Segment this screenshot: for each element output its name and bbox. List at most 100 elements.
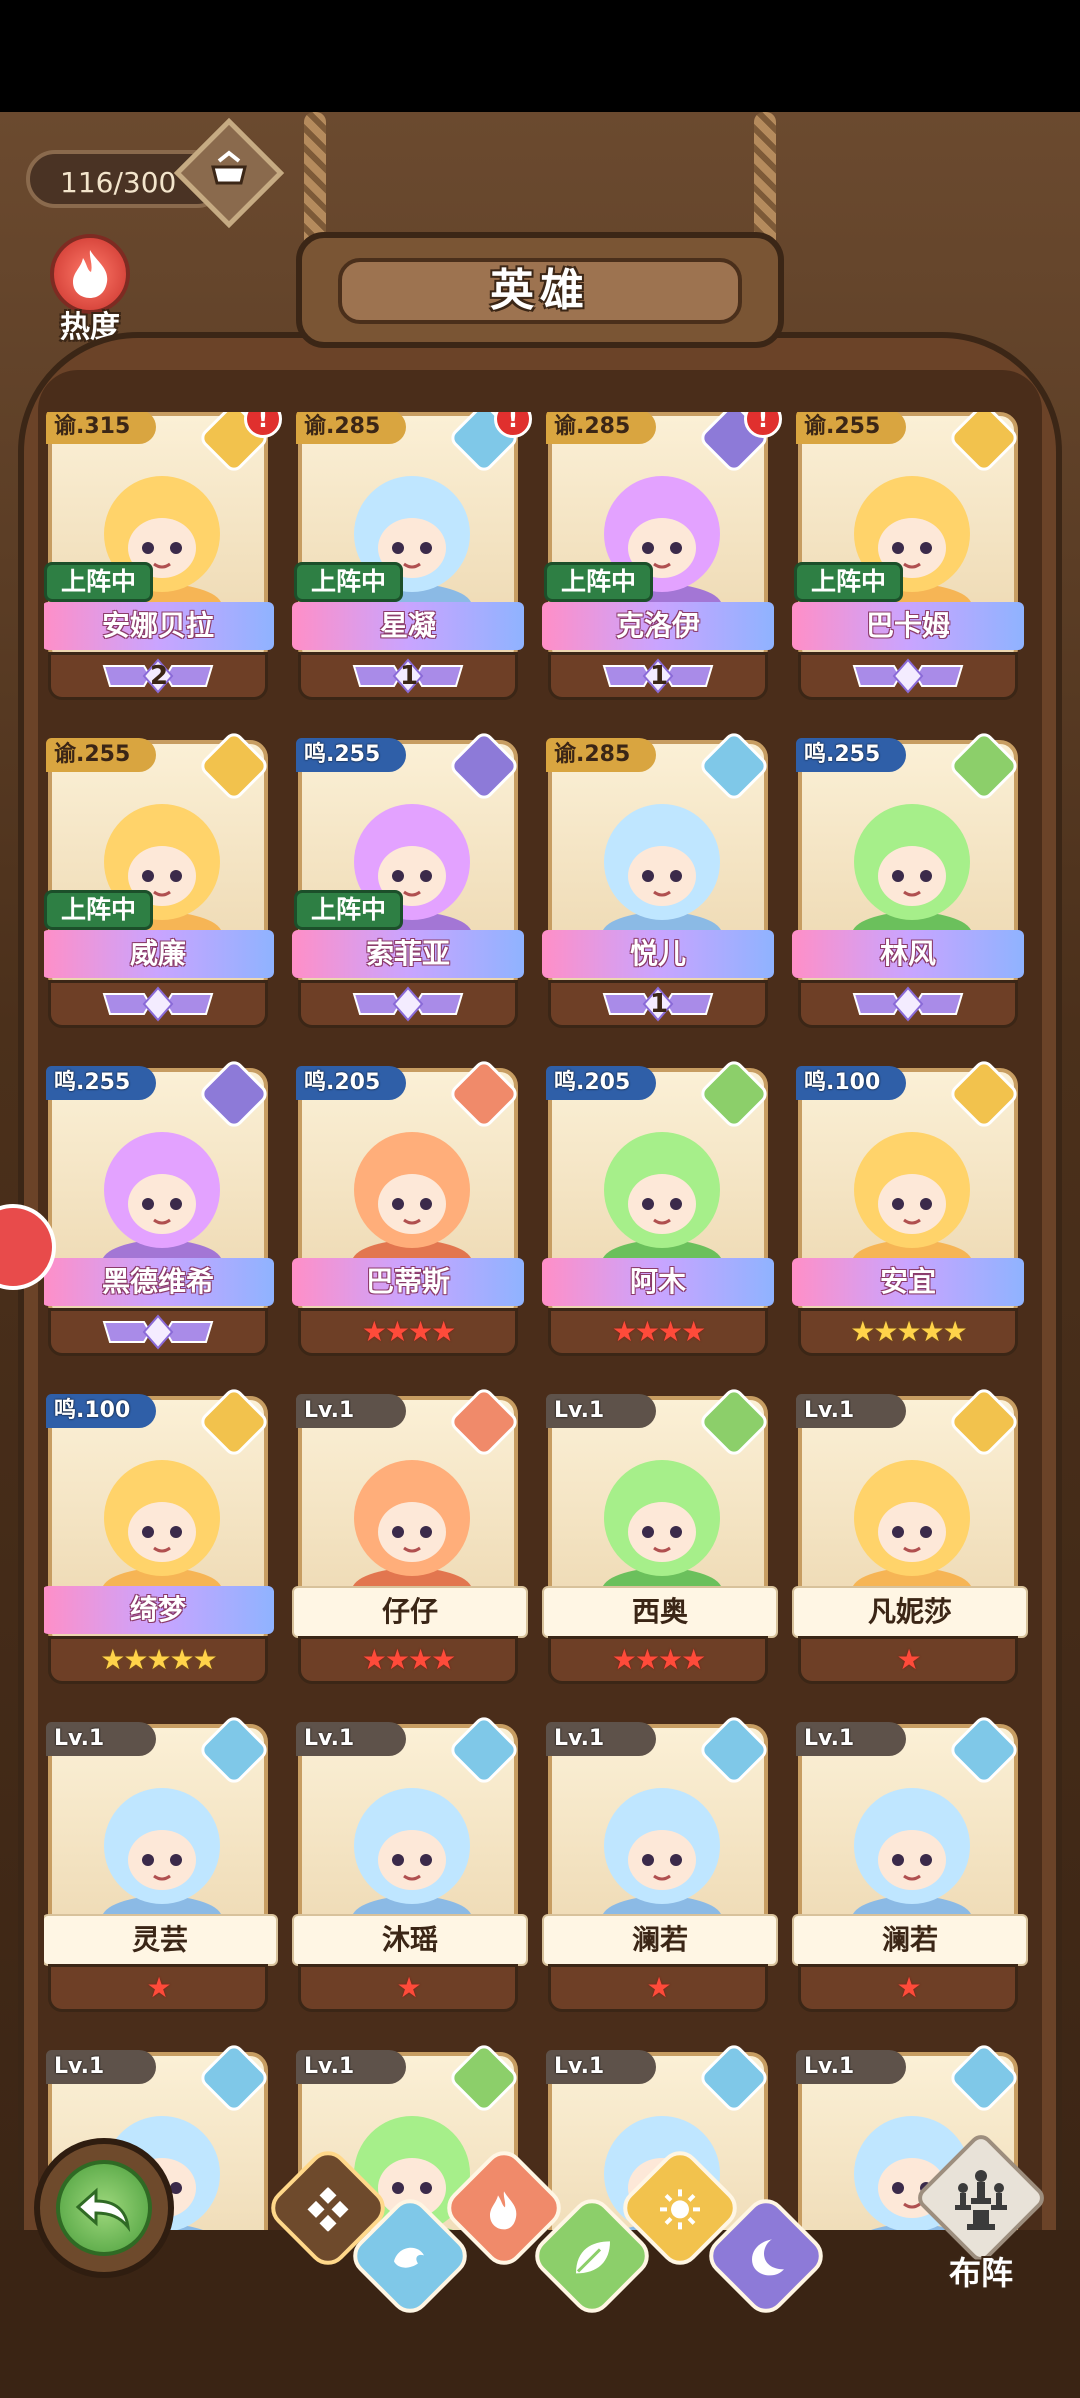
water-icon: [385, 2232, 435, 2282]
heat-button[interactable]: 热度: [40, 234, 140, 345]
star-rating: ★★★★: [361, 1315, 456, 1348]
deployed-badge: 上阵中: [294, 562, 404, 602]
hero-name: 仔仔: [292, 1586, 528, 1638]
hero-card[interactable]: 鸣.255 林风: [792, 729, 1024, 1028]
rank-number: 1: [649, 661, 668, 691]
hero-level: 谕.285: [546, 738, 656, 772]
hero-level: Lv.1: [546, 1394, 656, 1428]
leaf-icon: [567, 2232, 617, 2282]
hero-card[interactable]: Lv.1 沐瑶 ★: [292, 1713, 528, 2012]
hero-name: 凡妮莎: [792, 1586, 1028, 1638]
hero-portrait: [102, 1788, 222, 1938]
hero-name: 西奥: [542, 1586, 778, 1638]
hero-portrait: [852, 1132, 972, 1282]
hero-level: Lv.1: [546, 1722, 656, 1756]
hero-portrait: [852, 804, 972, 954]
hero-level: Lv.1: [546, 2050, 656, 2084]
hero-card[interactable]: Lv.1 凡妮莎 ★: [792, 1385, 1028, 1684]
deployed-badge: 上阵中: [794, 562, 904, 602]
fire-icon: [479, 2184, 529, 2234]
hero-portrait: [352, 1460, 472, 1610]
hero-card[interactable]: Lv.1 灵芸 ★: [44, 1713, 278, 2012]
hero-grid: 谕.315! 上阵中 安娜贝拉 2 谕.285! 上阵中 星凝 1 谕.285! 上阵中 克洛伊 1 谕…: [44, 412, 1034, 2300]
hero-level: Lv.1: [296, 2050, 406, 2084]
star-rating: ★★★★: [611, 1643, 706, 1676]
hero-name: 悦儿: [542, 930, 774, 978]
hero-portrait: [352, 1788, 472, 1938]
hero-card[interactable]: 谕.285! 上阵中 星凝 1: [292, 412, 532, 700]
sun-icon: [655, 2184, 705, 2234]
hero-level: 鸣.205: [546, 1066, 656, 1100]
hero-name: 巴蒂斯: [292, 1258, 524, 1306]
hero-card[interactable]: 谕.285! 上阵中 克洛伊 1: [542, 412, 782, 700]
hero-name: 澜若: [542, 1914, 778, 1966]
hero-name: 巴卡姆: [792, 602, 1024, 650]
rank-wing-badge: [102, 1314, 214, 1350]
hero-card[interactable]: 鸣.255 上阵中 索菲亚: [292, 729, 524, 1028]
rank-number: 1: [399, 661, 418, 691]
hero-card[interactable]: Lv.1 澜若 ★: [792, 1713, 1028, 2012]
rank-wing-badge: [102, 986, 214, 1022]
star-rating: ★★★★: [611, 1315, 706, 1348]
rank-wing-badge: [852, 986, 964, 1022]
hero-card[interactable]: 谕.255 上阵中 巴卡姆: [792, 412, 1024, 700]
hero-level: 鸣.255: [796, 738, 906, 772]
hero-name: 星凝: [292, 602, 524, 650]
hero-card[interactable]: Lv.1 澜若 ★: [542, 1713, 778, 2012]
hero-card[interactable]: 鸣.100 安宜 ★★★★★: [792, 1057, 1024, 1356]
rank-wing-badge: [852, 658, 964, 694]
formation-button[interactable]: 布阵: [913, 2130, 1049, 2292]
star-rating: ★: [146, 1971, 171, 2004]
hero-level: Lv.1: [296, 1394, 406, 1428]
formation-label: 布阵: [948, 2254, 1013, 2292]
hero-card[interactable]: 谕.255 上阵中 威廉: [44, 729, 274, 1028]
hero-card[interactable]: Lv.1 仔仔 ★★★★: [292, 1385, 528, 1684]
hero-portrait: [102, 1460, 222, 1610]
back-arrow-icon: [56, 2160, 152, 2256]
moon-icon: [741, 2232, 791, 2282]
hero-level: 谕.255: [46, 738, 156, 772]
hero-capacity-badge[interactable]: [173, 117, 285, 229]
hero-portrait: [602, 1788, 722, 1938]
deployed-badge: 上阵中: [544, 562, 654, 602]
hero-card[interactable]: 鸣.205 巴蒂斯 ★★★★: [292, 1057, 524, 1356]
hero-card[interactable]: Lv.1 西奥 ★★★★: [542, 1385, 778, 1684]
hero-level: 谕.255: [796, 412, 906, 444]
hero-card[interactable]: 鸣.100 绮梦 ★★★★★: [44, 1385, 274, 1684]
hero-card[interactable]: 谕.315! 上阵中 安娜贝拉 2: [44, 412, 282, 700]
hero-name: 黑德维希: [44, 1258, 274, 1306]
star-rating: ★: [896, 1643, 921, 1676]
hero-level: 鸣.205: [296, 1066, 406, 1100]
hero-card[interactable]: 鸣.205 阿木 ★★★★: [542, 1057, 774, 1356]
all-elements-icon: [303, 2184, 353, 2234]
star-rating: ★★★★★: [850, 1315, 968, 1348]
hero-level: 谕.285: [546, 412, 656, 444]
rank-number: 1: [649, 989, 668, 1019]
hero-card[interactable]: 谕.285 悦儿 1: [542, 729, 774, 1028]
title-board: 英雄: [296, 232, 784, 348]
hero-level: Lv.1: [46, 2050, 156, 2084]
back-button[interactable]: [34, 2138, 174, 2278]
hero-name: 安娜贝拉: [44, 602, 274, 650]
hero-name: 绮梦: [44, 1586, 274, 1634]
deployed-badge: 上阵中: [44, 562, 154, 602]
hero-name: 安宜: [792, 1258, 1024, 1306]
star-rating: ★★★★★: [100, 1643, 218, 1676]
hero-level: 谕.285: [296, 412, 406, 444]
hero-level: 鸣.255: [296, 738, 406, 772]
hero-level: 谕.315: [46, 412, 156, 444]
hero-level: 鸣.255: [46, 1066, 156, 1100]
hero-level: Lv.1: [796, 1722, 906, 1756]
page-title: 英雄: [338, 258, 742, 324]
star-rating: ★: [396, 1971, 421, 2004]
hero-name: 澜若: [792, 1914, 1028, 1966]
hero-screen: 116/300 热度 英雄 谕.315! 上阵中 安娜贝拉 2 谕.285! 上阵中 星凝 1…: [0, 112, 1080, 2398]
hero-portrait: [852, 1788, 972, 1938]
deployed-badge: 上阵中: [294, 890, 404, 930]
hero-name: 灵芸: [44, 1914, 278, 1966]
chess-pieces-icon: [913, 2130, 1049, 2266]
hero-card[interactable]: 鸣.255 黑德维希: [44, 1057, 274, 1356]
hero-level: Lv.1: [796, 1394, 906, 1428]
hero-name: 林风: [792, 930, 1024, 978]
star-rating: ★: [896, 1971, 921, 2004]
